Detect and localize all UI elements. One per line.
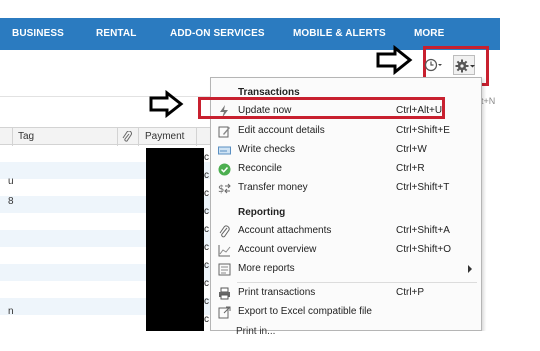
nav-mobile-alerts[interactable]: MOBILE & ALERTS [293, 28, 386, 39]
reconcile-icon [218, 163, 231, 176]
nav-add-on-services[interactable]: ADD-ON SERVICES [170, 28, 265, 39]
hidden-shortcut-text: t+N [481, 96, 496, 106]
clock-icon[interactable] [424, 56, 442, 74]
export-icon [218, 306, 231, 319]
column-payment[interactable]: Payment [145, 131, 184, 142]
menu-item-reconcile[interactable]: Reconcile Ctrl+R [212, 160, 480, 179]
attachment-icon [219, 225, 230, 238]
nav-more[interactable]: MORE [414, 28, 444, 39]
printer-icon [219, 287, 230, 300]
arrow-right-icon [149, 90, 184, 118]
menu-item-account-overview[interactable]: Account overview Ctrl+Shift+O [212, 241, 480, 260]
nav-rental[interactable]: RENTAL [96, 28, 136, 39]
attachment-icon [122, 131, 132, 142]
row-text-fragment: 8 [8, 196, 14, 207]
row-text-fragment: n [8, 306, 14, 317]
redacted-payment-column [146, 148, 204, 331]
checks-icon [218, 146, 231, 155]
submenu-arrow-icon [468, 265, 472, 273]
svg-text:$: $ [218, 184, 224, 195]
column-tag[interactable]: Tag [18, 131, 34, 142]
transfer-icon: $ [218, 183, 231, 195]
section-reporting: Reporting [238, 207, 286, 218]
menu-item-transfer-money[interactable]: $ Transfer money Ctrl+Shift+T [212, 179, 480, 198]
row-text-fragment: u [8, 176, 14, 187]
edit-icon [218, 126, 230, 138]
menu-item-cut-off: Print in... [236, 326, 276, 337]
chart-icon [218, 245, 231, 257]
reports-icon [218, 263, 231, 276]
menu-item-edit-account-details[interactable]: Edit account details Ctrl+Shift+E [212, 122, 480, 141]
nav-business[interactable]: BUSINESS [12, 28, 64, 39]
gear-icon[interactable] [453, 55, 475, 75]
menu-item-print-transactions[interactable]: Print transactions Ctrl+P [212, 284, 480, 303]
menu-item-account-attachments[interactable]: Account attachments Ctrl+Shift+A [212, 222, 480, 241]
arrow-right-icon [376, 45, 413, 75]
menu-item-export-excel[interactable]: Export to Excel compatible file [212, 303, 480, 322]
menu-divider [237, 282, 477, 283]
menu-item-write-checks[interactable]: Write checks Ctrl+W [212, 141, 480, 160]
highlight-box-update-now [198, 97, 445, 119]
menu-item-more-reports[interactable]: More reports [212, 260, 480, 279]
register-header: Tag Payment [0, 127, 210, 146]
